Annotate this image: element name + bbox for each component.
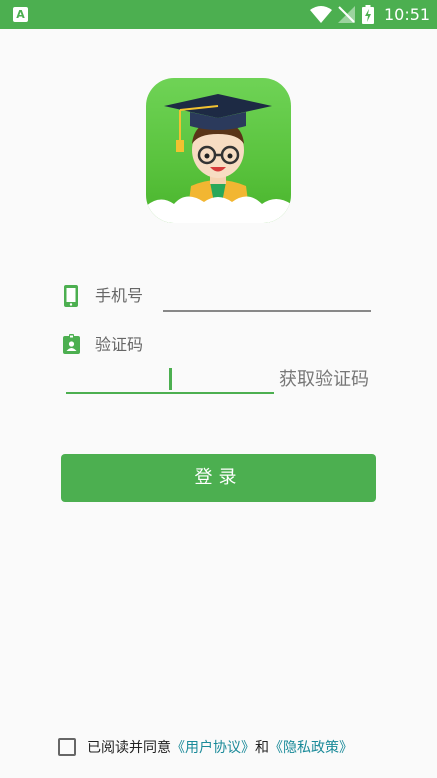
- badge-icon: [63, 334, 80, 354]
- agreement-and-text: 和: [255, 740, 269, 756]
- agreement-row: 已阅读并同意 《用户协议》 和 《隐私政策》: [58, 735, 353, 759]
- status-time: 10:51: [384, 5, 431, 24]
- no-signal-icon: [338, 6, 355, 23]
- phone-input[interactable]: [163, 310, 371, 312]
- agreement-checkbox[interactable]: [58, 738, 76, 756]
- code-input[interactable]: [66, 364, 274, 394]
- status-bar: A 10:51: [0, 0, 437, 29]
- graduate-cartoon-icon: [146, 94, 291, 223]
- login-button[interactable]: 登录: [61, 454, 376, 502]
- battery-charging-icon: [362, 5, 374, 24]
- wifi-icon: [310, 6, 332, 23]
- agreement-text: 已阅读并同意: [87, 740, 171, 756]
- text-cursor: [169, 368, 172, 390]
- privacy-policy-link[interactable]: 《隐私政策》: [269, 737, 353, 757]
- phone-label: 手机号: [95, 286, 144, 305]
- user-agreement-link[interactable]: 《用户协议》: [171, 737, 255, 757]
- code-input-underline: [66, 392, 274, 394]
- get-code-button[interactable]: 获取验证码: [279, 368, 369, 392]
- code-label: 验证码: [95, 335, 144, 354]
- app-logo: [146, 78, 291, 223]
- phone-icon: [64, 285, 78, 307]
- app-notification-icon: A: [13, 7, 28, 22]
